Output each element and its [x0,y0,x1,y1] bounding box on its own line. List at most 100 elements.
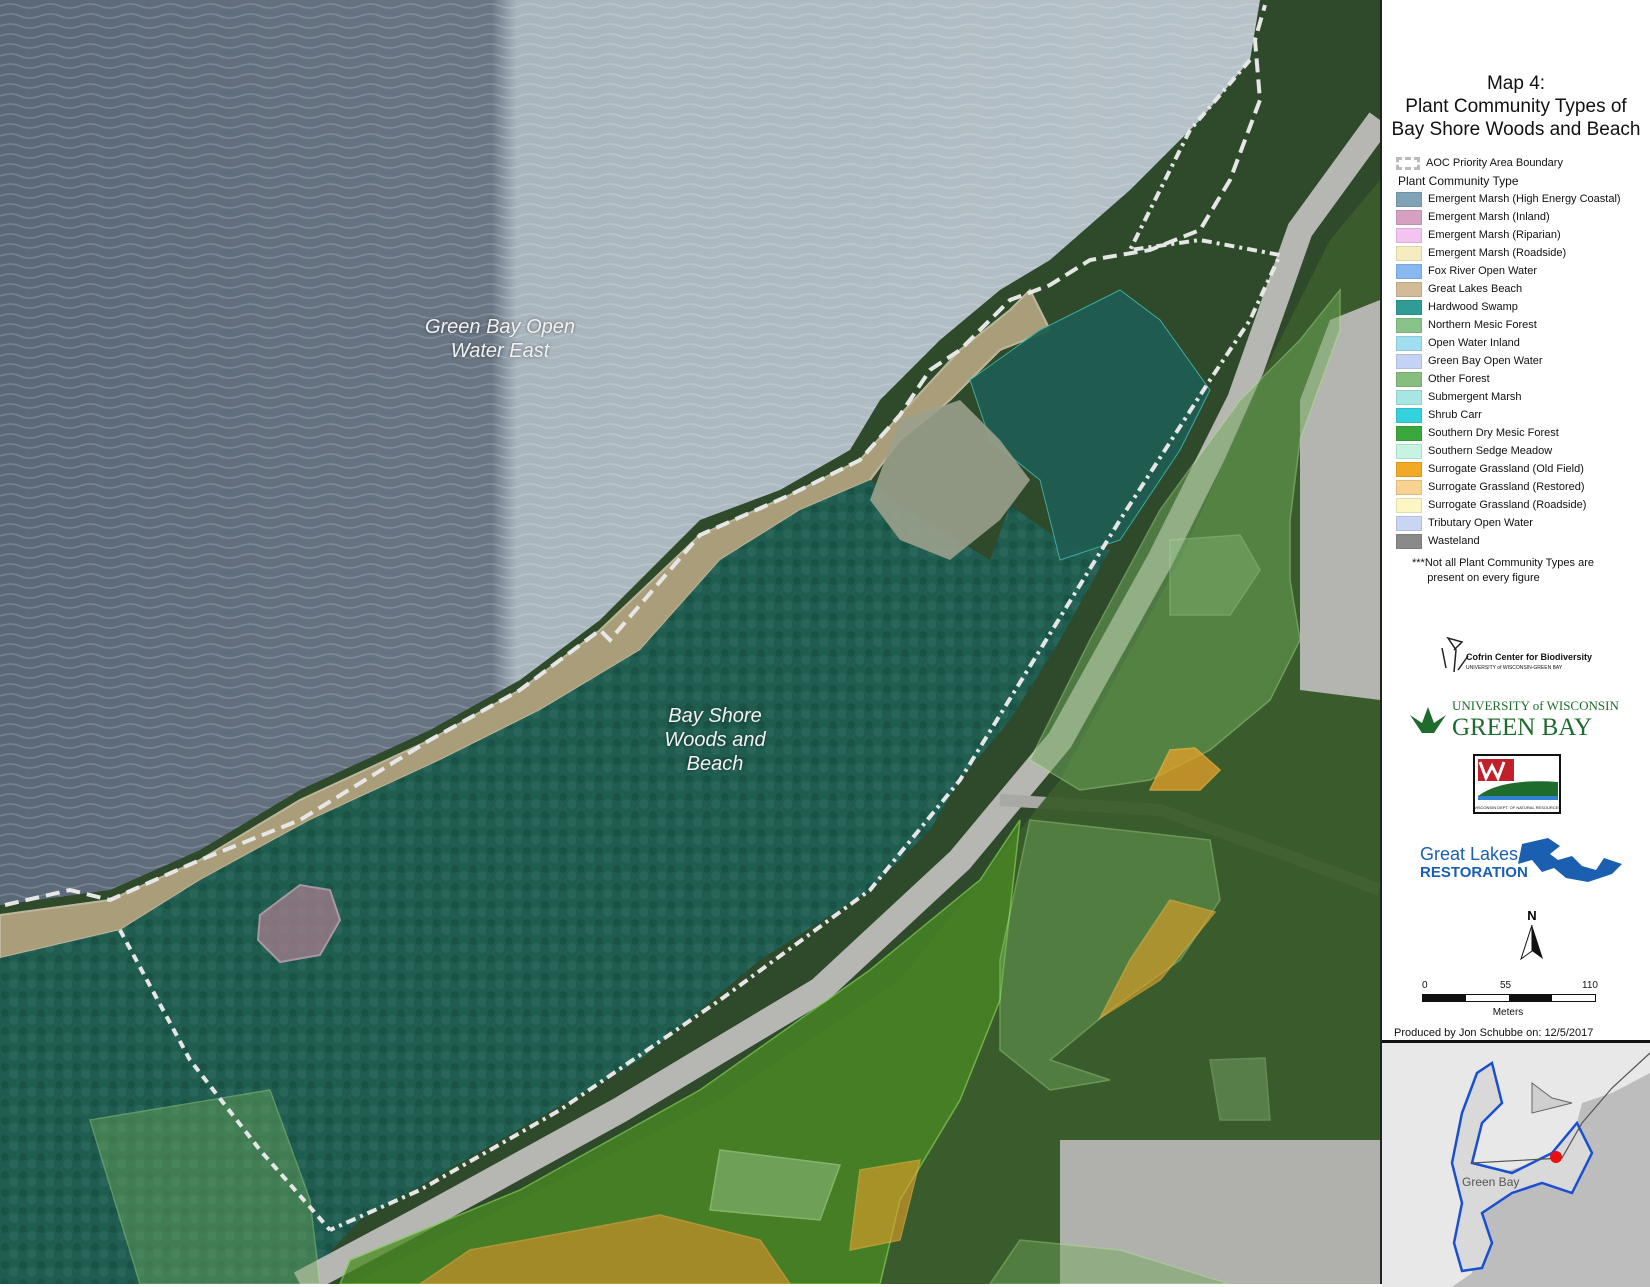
north-label: N [1527,908,1537,923]
glr-top: Great Lakes [1420,844,1518,864]
water-label: Green Bay Open Water East [424,316,576,362]
scale-bar: 0 55 110 Meters [1422,980,1598,1018]
scale-tick-1: 55 [1500,980,1512,991]
legend-label: Submergent Marsh [1428,391,1522,403]
legend-label: Shrub Carr [1428,409,1482,421]
legend-swatch [1396,515,1422,531]
legend-label: Tributary Open Water [1428,517,1533,529]
legend-swatch [1396,317,1422,333]
legend-note: ***Not all Plant Community Types are pre… [1412,557,1594,584]
legend-label: Green Bay Open Water [1428,355,1543,367]
legend-item: Shrub Carr [1396,406,1648,424]
legend-swatch [1396,389,1422,405]
legend-label: Surrogate Grassland (Restored) [1428,481,1585,493]
legend-label: Emergent Marsh (Inland) [1428,211,1550,223]
legend-items: Emergent Marsh (High Energy Coastal) Emer… [1396,190,1648,550]
legend-label: Emergent Marsh (Riparian) [1428,229,1561,241]
scale-bar-graphic [1422,994,1596,1002]
legend-label: Great Lakes Beach [1428,283,1523,295]
inset-map-graphic: Green Bay [1382,1043,1650,1287]
phoenix-icon [1410,707,1446,733]
legend-label: Hardwood Swamp [1428,301,1518,313]
legend: AOC Priority Area Boundary Plant Communi… [1396,154,1648,550]
location-marker-icon [1550,1151,1562,1163]
legend-swatch [1396,263,1422,279]
legend-swatch [1396,245,1422,261]
legend-swatch [1396,191,1422,207]
legend-item: Submergent Marsh [1396,388,1648,406]
legend-label: Other Forest [1428,373,1490,385]
legend-item: Southern Dry Mesic Forest [1396,424,1648,442]
legend-panel: Map 4: Plant Community Types of Bay Shor… [1380,0,1650,1287]
legend-label: Wasteland [1428,535,1480,547]
heron-icon [1441,636,1469,673]
boundary-swatch [1396,156,1420,170]
inset-map[interactable]: Green Bay [1382,1040,1650,1287]
legend-label: Southern Sedge Meadow [1428,445,1553,457]
legend-item: Hardwood Swamp [1396,298,1648,316]
legend-item: Surrogate Grassland (Restored) [1396,478,1648,496]
uwgb-top: UNIVERSITY of WISCONSIN [1452,698,1619,713]
legend-item: Open Water Inland [1396,334,1648,352]
legend-label: Fox River Open Water [1428,265,1538,277]
glr-logo: Great Lakes RESTORATION [1382,830,1650,895]
legend-label: Surrogate Grassland (Roadside) [1428,499,1587,511]
uwgb-logo: UNIVERSITY of WISCONSIN GREEN BAY [1382,695,1650,750]
scale-tick-0: 0 [1422,980,1428,991]
legend-item: Great Lakes Beach [1396,280,1648,298]
legend-swatch [1396,353,1422,369]
legend-item: Green Bay Open Water [1396,352,1648,370]
legend-item: Emergent Marsh (Inland) [1396,208,1648,226]
legend-swatch [1396,461,1422,477]
dnr-text: WISCONSIN DEPT. OF NATURAL RESOURCES [1473,805,1561,810]
scale-unit: Meters [1492,1007,1524,1018]
legend-swatch [1396,533,1422,549]
legend-swatch [1396,479,1422,495]
legend-label: Emergent Marsh (Roadside) [1428,247,1567,259]
legend-label: Northern Mesic Forest [1428,319,1537,331]
cofrin-logo: Cofrin Center for Biodiversity UNIVERSIT… [1382,620,1650,685]
legend-swatch [1396,227,1422,243]
great-lakes-icon [1518,838,1622,882]
legend-swatch [1396,299,1422,315]
legend-swatch [1396,425,1422,441]
legend-item: Southern Sedge Meadow [1396,442,1648,460]
inset-label: Green Bay [1462,1175,1519,1189]
legend-item: Other Forest [1396,370,1648,388]
uwgb-main: GREEN BAY [1452,714,1592,741]
legend-item: Emergent Marsh (High Energy Coastal) [1396,190,1648,208]
scale-tick-2: 110 [1582,980,1598,991]
legend-item: Fox River Open Water [1396,262,1648,280]
legend-boundary-row: AOC Priority Area Boundary [1396,154,1648,172]
legend-heading: Plant Community Type [1398,174,1519,188]
legend-item: Northern Mesic Forest [1396,316,1648,334]
legend-swatch [1396,407,1422,423]
north-arrow: N [1512,908,1552,968]
legend-item: Tributary Open Water [1396,514,1648,532]
cofrin-name: Cofrin Center for Biodiversity [1466,652,1592,662]
legend-label: Open Water Inland [1428,337,1520,349]
legend-swatch [1396,497,1422,513]
glr-bottom: RESTORATION [1420,864,1528,881]
legend-swatch [1396,335,1422,351]
legend-item: Emergent Marsh (Riparian) [1396,226,1648,244]
legend-swatch [1396,443,1422,459]
legend-swatch [1396,209,1422,225]
legend-item: Surrogate Grassland (Old Field) [1396,460,1648,478]
map-title: Map 4: Plant Community Types of Bay Shor… [1391,73,1641,140]
legend-swatch [1396,371,1422,387]
legend-label: Emergent Marsh (High Energy Coastal) [1428,193,1621,205]
aerial-map [0,0,1380,1284]
boundary-label: AOC Priority Area Boundary [1426,157,1563,169]
other-forest-polygon-6 [1209,1057,1271,1121]
map-canvas[interactable]: Green Bay Open Water East Bay Shore Wood… [0,0,1380,1284]
legend-label: Surrogate Grassland (Old Field) [1428,463,1584,475]
legend-label: Southern Dry Mesic Forest [1428,427,1559,439]
park-label: Bay Shore Woods and Beach [664,705,766,775]
legend-item: Surrogate Grassland (Roadside) [1396,496,1648,514]
producer-credit: Produced by Jon Schubbe on: 12/5/2017 [1394,1027,1594,1039]
dnr-logo: WISCONSIN DEPT. OF NATURAL RESOURCES [1382,752,1650,822]
legend-item: Wasteland [1396,532,1648,550]
legend-item: Emergent Marsh (Roadside) [1396,244,1648,262]
cofrin-sub: UNIVERSITY of WISCONSIN-GREEN BAY [1466,665,1563,671]
